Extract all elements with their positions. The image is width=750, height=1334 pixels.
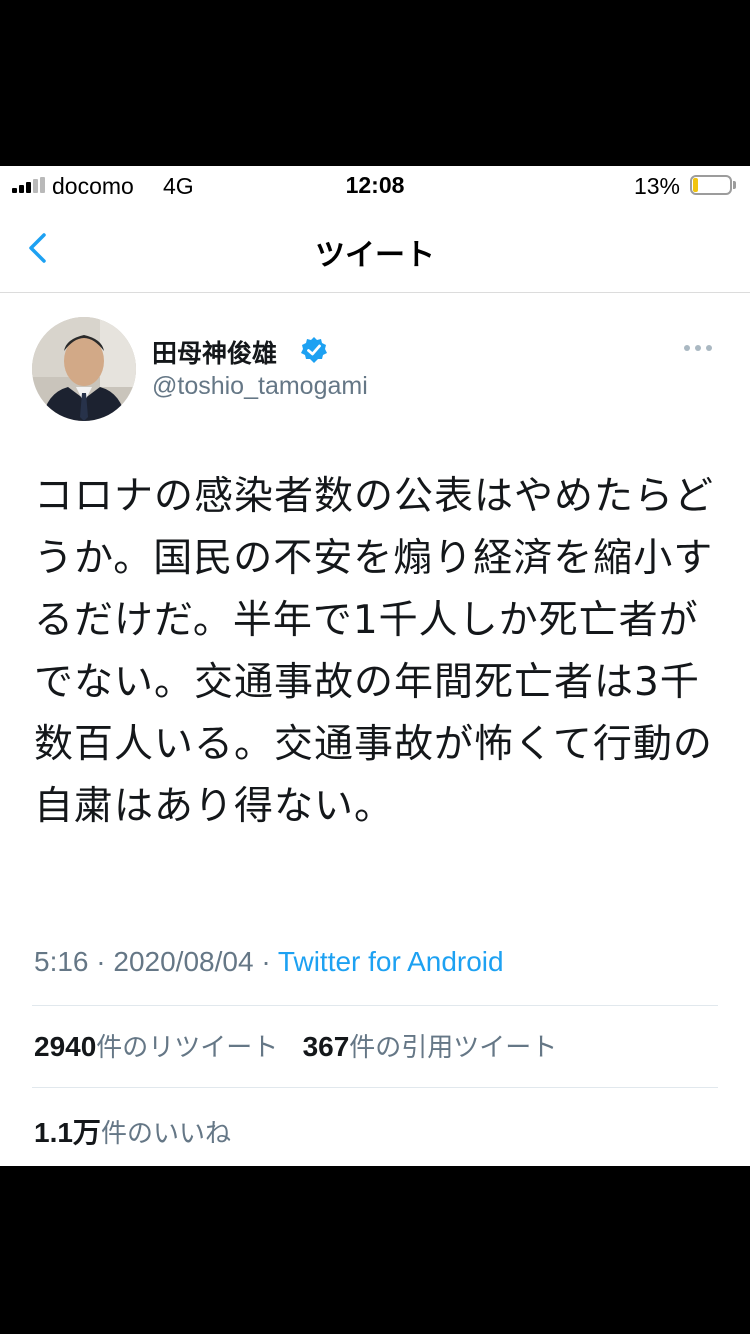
tweet-source-link[interactable]: Twitter for Android bbox=[278, 946, 504, 977]
verified-badge-icon bbox=[300, 336, 328, 364]
author-handle[interactable]: @toshio_tamogami bbox=[152, 372, 368, 401]
screen: docomo 4G 12:08 13% ツイート 田母神俊雄 @toshio_t… bbox=[0, 166, 750, 1166]
meta-separator: · bbox=[261, 946, 271, 977]
battery-percent: 13% bbox=[633, 173, 680, 199]
likes-stats: 1.1万件のいいね bbox=[34, 1111, 247, 1151]
page-title: ツイート bbox=[315, 238, 435, 273]
engagement-stats: 2940件のリツイート 367件の引用ツイート bbox=[34, 1027, 573, 1064]
divider bbox=[32, 1087, 718, 1088]
likes-count: 1.1万 bbox=[34, 1117, 101, 1148]
meta-separator: · bbox=[96, 946, 106, 977]
battery-fill bbox=[693, 178, 698, 192]
more-options-icon[interactable] bbox=[684, 345, 712, 351]
retweets-label: 件のリツイート bbox=[96, 1033, 279, 1063]
tweet-metadata: 5:16 · 2020/08/04 · Twitter for Android bbox=[34, 946, 504, 978]
quote-tweets-stat[interactable]: 367件の引用ツイート bbox=[302, 1031, 558, 1063]
status-bar: docomo 4G 12:08 13% bbox=[0, 166, 750, 204]
quotes-count: 367 bbox=[302, 1031, 350, 1062]
tweet-time: 5:16 bbox=[34, 946, 89, 977]
battery-icon bbox=[690, 175, 736, 195]
likes-label: 件のいいね bbox=[100, 1119, 231, 1149]
likes-stat[interactable]: 1.1万件のいいね bbox=[34, 1117, 231, 1149]
tweet-text: コロナの感染者数の公表はやめたらどうか。国民の不安を煽り経済を縮小するだけだ。半… bbox=[34, 474, 715, 829]
retweets-count: 2940 bbox=[34, 1031, 97, 1062]
quotes-label: 件の引用ツイート bbox=[349, 1033, 558, 1063]
avatar[interactable] bbox=[32, 317, 136, 421]
author-display-name[interactable]: 田母神俊雄 bbox=[152, 334, 277, 370]
divider bbox=[32, 1005, 718, 1006]
nav-bar: ツイート bbox=[0, 204, 750, 293]
tweet-date: 2020/08/04 bbox=[113, 946, 254, 977]
retweets-stat[interactable]: 2940件のリツイート bbox=[34, 1031, 279, 1063]
